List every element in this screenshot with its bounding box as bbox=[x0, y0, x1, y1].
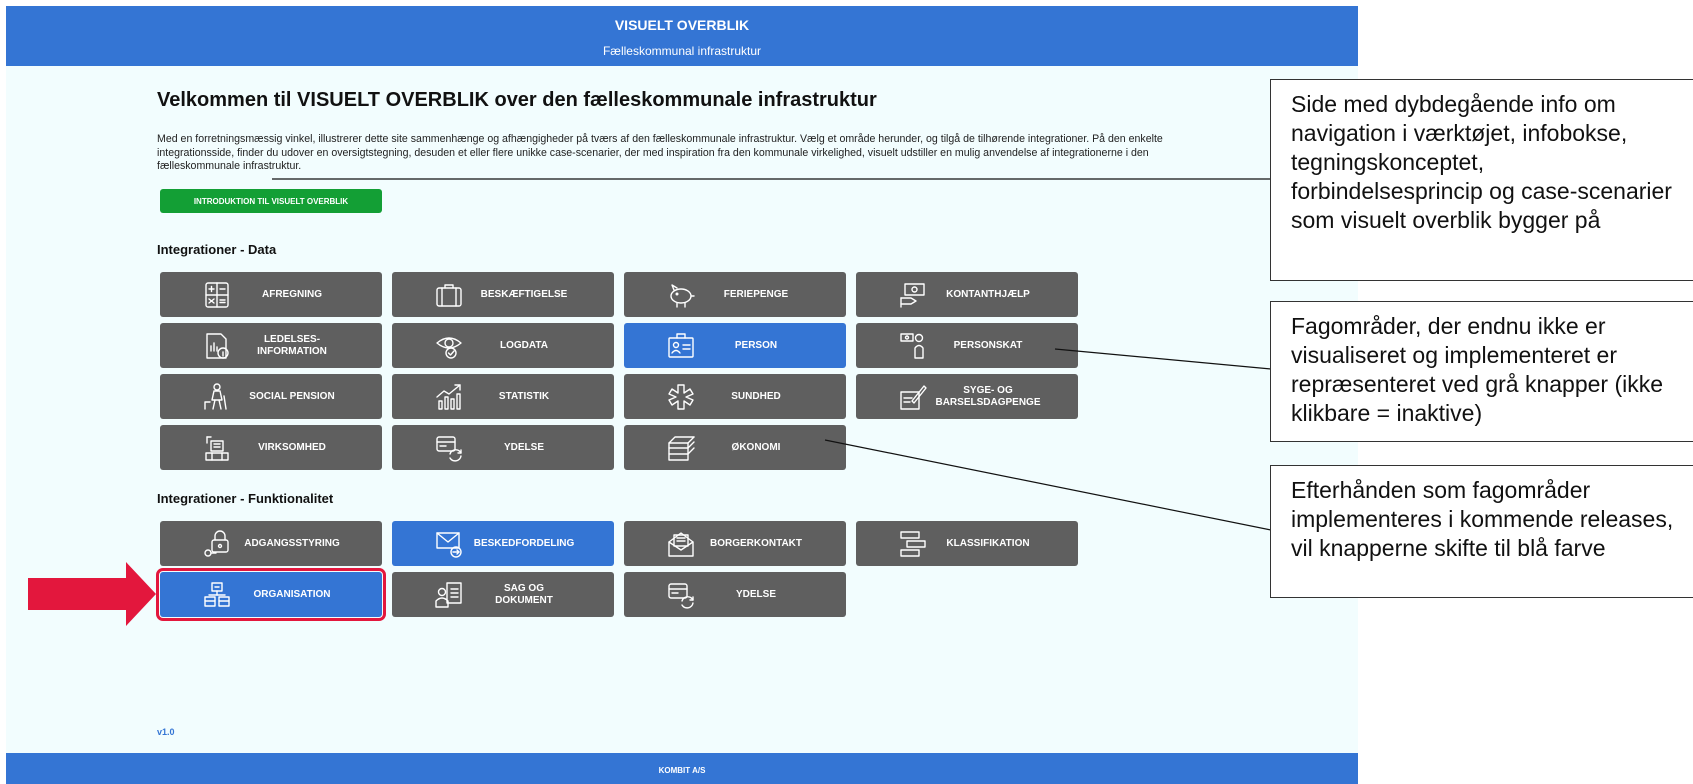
callout-intro-info: Side med dybdegående info om navigation … bbox=[1270, 79, 1693, 281]
red-arrow-icon bbox=[28, 562, 156, 626]
callout-gray-buttons: Fagområder, der endnu ikke er visualiser… bbox=[1270, 301, 1693, 442]
connector-line-personskat bbox=[1054, 348, 1272, 370]
callout-blue-buttons: Efterhånden som fagområder implementeres… bbox=[1270, 465, 1693, 598]
connector-line-okonomi bbox=[824, 439, 1272, 531]
